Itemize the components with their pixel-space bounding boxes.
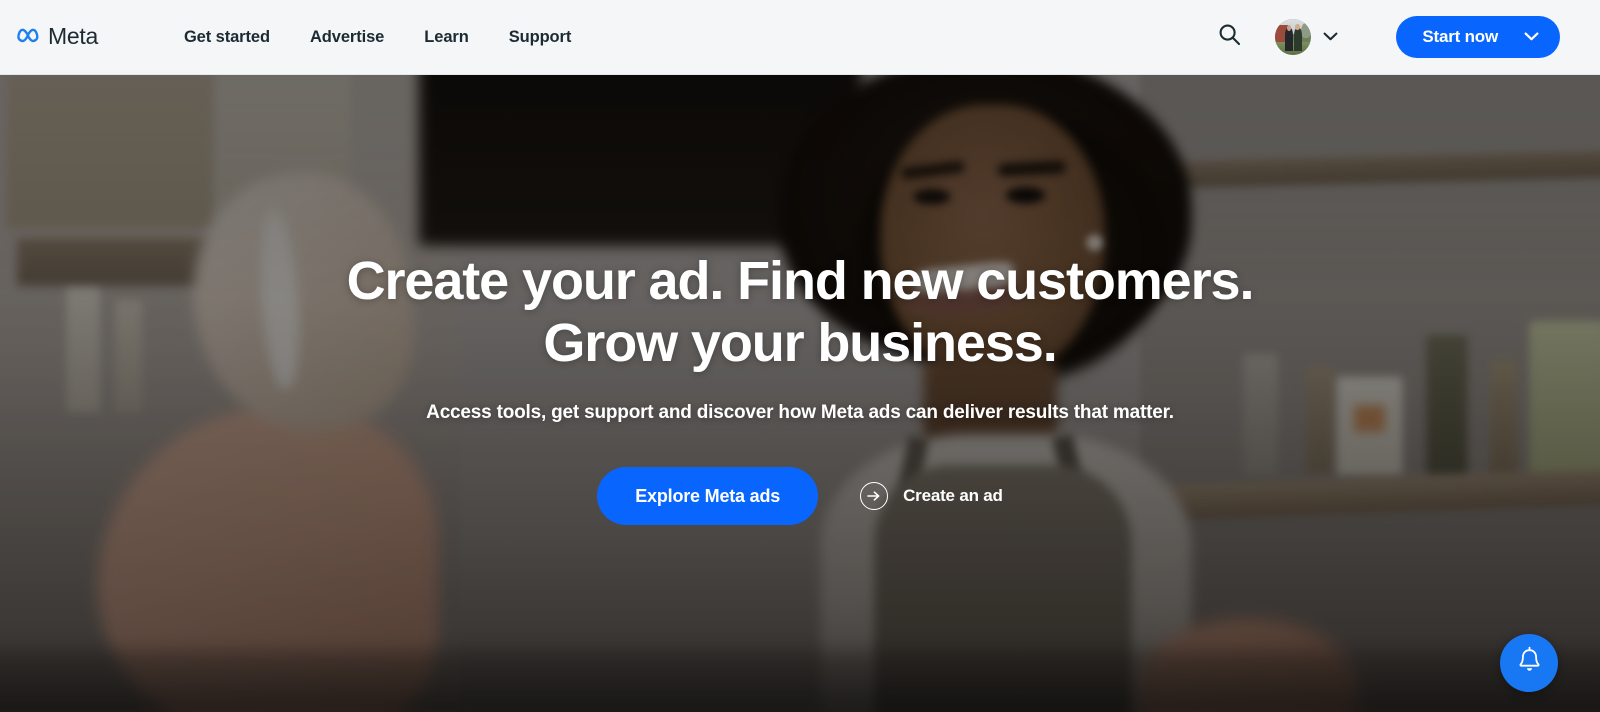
explore-meta-ads-button[interactable]: Explore Meta ads [597, 467, 819, 525]
search-button[interactable] [1209, 17, 1249, 57]
account-menu[interactable] [1275, 19, 1338, 55]
primary-nav: Get started Advertise Learn Support [164, 0, 591, 74]
avatar [1275, 19, 1312, 55]
meta-logo[interactable]: Meta [16, 17, 98, 57]
nav-item-support[interactable]: Support [489, 28, 592, 47]
nav-item-advertise[interactable]: Advertise [290, 28, 404, 47]
bell-icon [1516, 646, 1543, 680]
meta-ads-landing-page: Meta Get started Advertise Learn Support [0, 0, 1600, 712]
hero-title-line-1: Create your ad. Find new customers. [346, 251, 1255, 311]
search-icon [1218, 23, 1241, 51]
hero-section: Create your ad. Find new customers. Grow… [0, 75, 1600, 712]
create-an-ad-label: Create an ad [903, 486, 1003, 505]
create-an-ad-link[interactable]: Create an ad [860, 482, 1003, 510]
start-now-label: Start now [1422, 27, 1498, 46]
nav-item-learn[interactable]: Learn [404, 28, 488, 47]
page-title: Create your ad. Find new customers. Grow… [250, 250, 1350, 374]
header-actions: Start now [1209, 16, 1560, 58]
notifications-button[interactable] [1500, 634, 1558, 692]
nav-item-get-started[interactable]: Get started [164, 28, 290, 47]
meta-infinity-icon [16, 26, 41, 48]
chevron-down-icon [1323, 28, 1338, 46]
start-now-button[interactable]: Start now [1396, 16, 1560, 58]
chevron-down-icon [1524, 28, 1539, 46]
arrow-right-circle-icon [860, 482, 889, 510]
meta-wordmark: Meta [48, 22, 98, 49]
hero-content: Create your ad. Find new customers. Grow… [0, 75, 1600, 712]
hero-title-line-2: Grow your business. [543, 313, 1057, 373]
hero-cta-group: Explore Meta ads Create an ad [597, 467, 1003, 525]
hero-subtitle: Access tools, get support and discover h… [426, 402, 1174, 423]
site-header: Meta Get started Advertise Learn Support [0, 0, 1600, 75]
